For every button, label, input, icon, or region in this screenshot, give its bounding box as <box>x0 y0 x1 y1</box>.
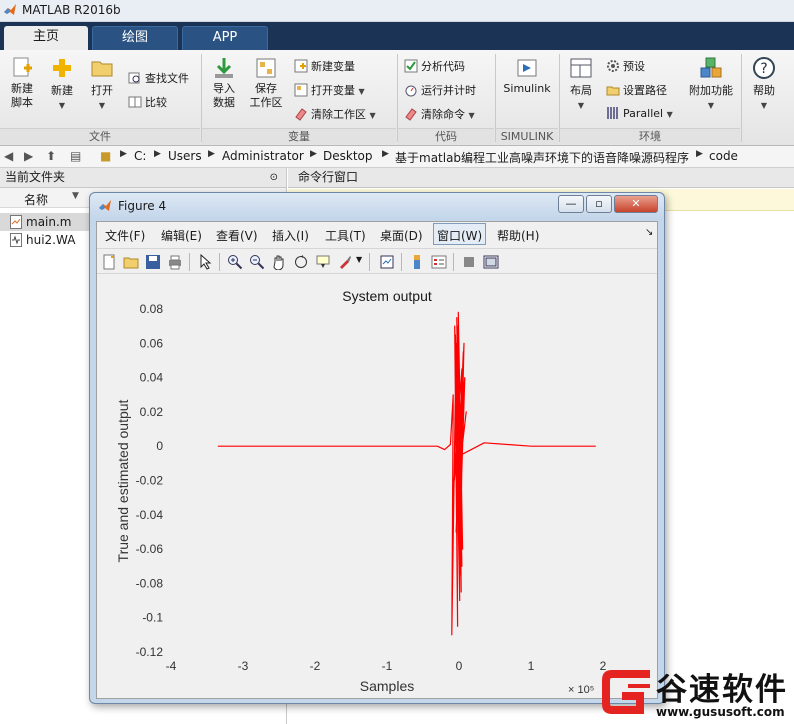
chart-title: System output <box>342 288 432 304</box>
y-tick-label: -0.06 <box>136 542 164 556</box>
y-tick-label: -0.12 <box>136 645 164 659</box>
watermark-url: www.gususoft.com <box>656 705 785 719</box>
gususoft-logo-icon <box>602 670 650 714</box>
y-tick-label: 0.04 <box>140 371 164 385</box>
y-tick-label: -0.08 <box>136 576 164 590</box>
x-axis-exponent: × 10⁵ <box>568 684 594 696</box>
y-tick-label: 0 <box>156 439 163 453</box>
x-axis-ticks: -4 -3 -2 -1 0 1 2 <box>166 659 607 673</box>
y-tick-label: -0.1 <box>142 611 163 625</box>
x-tick-label: -1 <box>382 659 393 673</box>
x-axis-label: Samples <box>360 678 414 694</box>
y-tick-label: 0.02 <box>140 405 164 419</box>
x-tick-label: -3 <box>238 659 249 673</box>
matlab-desktop: MATLAB R2016b 主页 绘图 APP 新建 脚本 新建 ▼ 打开 ▼ 查找… <box>0 0 794 724</box>
y-tick-label: -0.04 <box>136 508 164 522</box>
axes-plot[interactable]: -4 -3 -2 -1 0 1 2 0.080.060.040.020-0.02-0.04-… <box>0 0 794 724</box>
y-tick-label: -0.02 <box>136 474 164 488</box>
y-axis-ticks: 0.08 0.06 0.04 0.02 0 -0.02 -0.04 -0.06 -0.08 -0.… <box>136 302 164 659</box>
watermark-brand: 谷速软件 <box>656 672 788 708</box>
y-tick-label: 0.08 <box>140 302 164 316</box>
x-tick-label: -2 <box>310 659 321 673</box>
gususoft-watermark: 谷速软件 www.gususoft.com <box>598 660 794 724</box>
x-tick-label: 0 <box>456 659 463 673</box>
axes-background <box>171 309 603 652</box>
x-tick-label: -4 <box>166 659 177 673</box>
y-tick-label: 0.06 <box>140 336 164 350</box>
x-tick-label: 1 <box>528 659 535 673</box>
y-axis-label: True and estimated output <box>115 399 131 562</box>
